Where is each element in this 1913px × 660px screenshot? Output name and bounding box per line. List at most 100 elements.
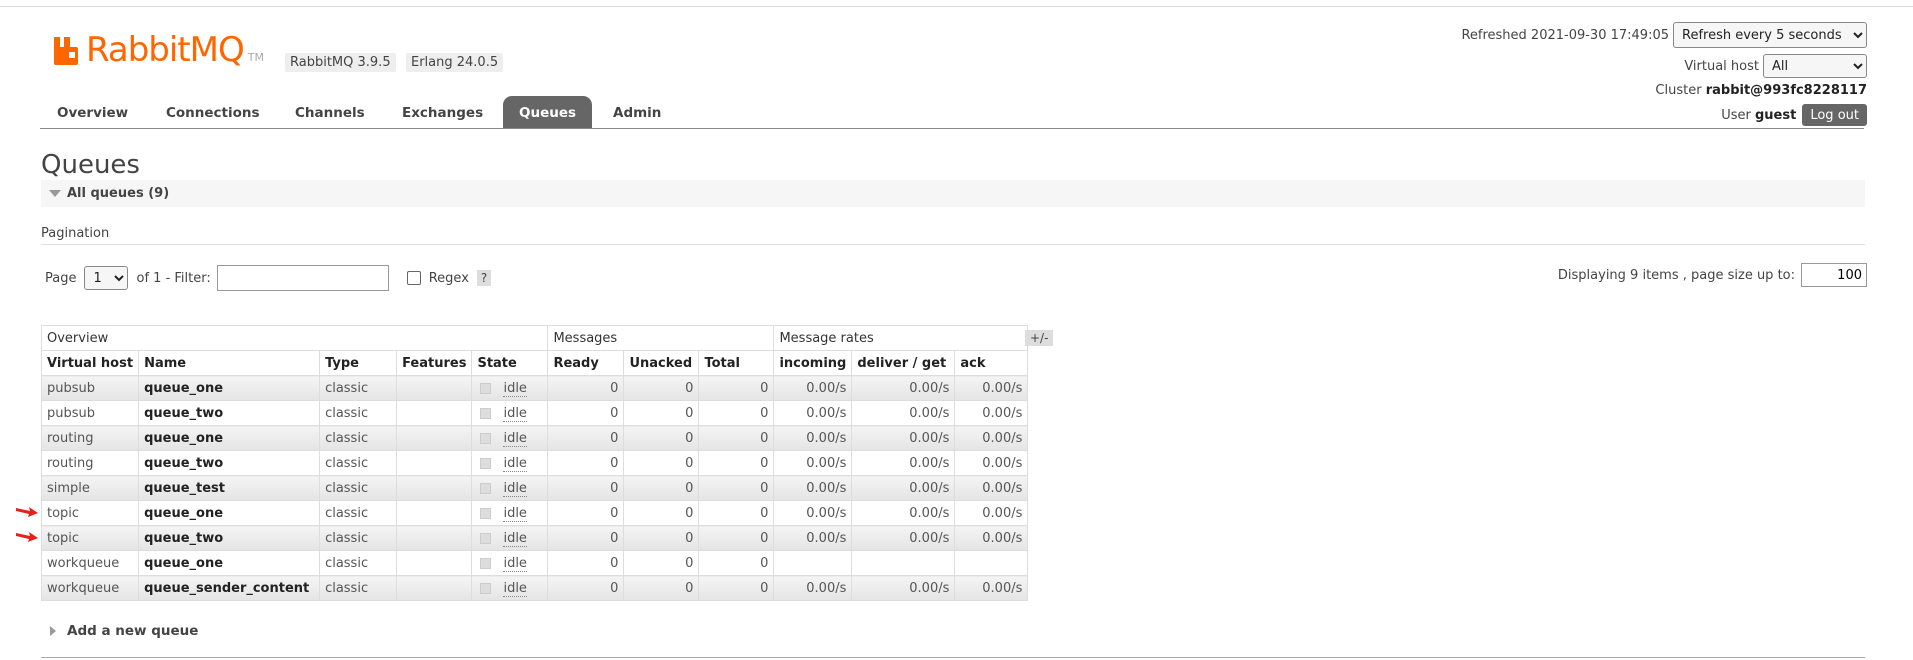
state-indicator-icon bbox=[480, 582, 492, 594]
cell-total: 0 bbox=[698, 550, 775, 576]
tab-overview[interactable]: Overview bbox=[41, 96, 144, 128]
cell-deliver-get: 0.00/s bbox=[851, 575, 956, 601]
cell-ready: 0 bbox=[547, 400, 625, 426]
cell-ack bbox=[954, 550, 1029, 576]
cell-incoming: 0.00/s bbox=[773, 375, 853, 401]
col-name[interactable]: Name bbox=[138, 350, 321, 376]
vhost-row: Virtual host All bbox=[1684, 54, 1867, 78]
cell-unacked: 0 bbox=[623, 525, 700, 551]
state-text: idle bbox=[503, 480, 527, 497]
regex-help-button[interactable]: ? bbox=[476, 270, 492, 286]
cell-total: 0 bbox=[698, 500, 775, 526]
vhost-select[interactable]: All bbox=[1763, 54, 1867, 78]
regex-checkbox[interactable] bbox=[406, 271, 421, 285]
cell-ack: 0.00/s bbox=[954, 400, 1029, 426]
cell-name[interactable]: queue_one bbox=[138, 425, 321, 451]
col-type[interactable]: Type bbox=[319, 350, 398, 376]
cell-ack: 0.00/s bbox=[954, 450, 1029, 476]
logo-text: RabbitMQ bbox=[86, 30, 245, 70]
bottom-divider bbox=[41, 657, 1865, 658]
refresh-interval-select[interactable]: Refresh every 5 seconds bbox=[1673, 22, 1867, 48]
cell-state: idle bbox=[471, 500, 549, 526]
cell-name[interactable]: queue_sender_content bbox=[138, 575, 321, 601]
cell-total: 0 bbox=[698, 400, 775, 426]
state-text: idle bbox=[503, 505, 527, 522]
col-features: Features bbox=[396, 350, 473, 376]
cell-vhost: routing bbox=[40, 450, 140, 476]
cell-features bbox=[396, 375, 473, 401]
refreshed-timestamp: Refreshed 2021-09-30 17:49:05 bbox=[1461, 27, 1669, 43]
cell-name[interactable]: queue_two bbox=[138, 450, 321, 476]
col-ack[interactable]: ack bbox=[954, 350, 1029, 376]
cell-name[interactable]: queue_two bbox=[138, 525, 321, 551]
table-row: topic queue_two classic idle 0 0 0 0.00/s 0.00/s… bbox=[40, 525, 1029, 551]
state-indicator-icon bbox=[480, 507, 492, 519]
cell-ready: 0 bbox=[547, 500, 625, 526]
col-unacked[interactable]: Unacked bbox=[623, 350, 700, 376]
cell-type: classic bbox=[319, 525, 398, 551]
tab-queues[interactable]: Queues bbox=[503, 96, 593, 128]
erlang-version-badge: Erlang 24.0.5 bbox=[406, 53, 504, 72]
cell-total: 0 bbox=[698, 525, 775, 551]
tab-channels[interactable]: Channels bbox=[279, 96, 381, 128]
tab-exchanges[interactable]: Exchanges bbox=[386, 96, 499, 128]
cell-ack: 0.00/s bbox=[954, 500, 1029, 526]
all-queues-toggle[interactable]: All queues (9) bbox=[41, 180, 1865, 207]
cell-type: classic bbox=[319, 375, 398, 401]
display-info: Displaying 9 items , page size up to: bbox=[1558, 263, 1867, 287]
pagination-divider bbox=[41, 244, 1865, 245]
cell-name[interactable]: queue_one bbox=[138, 375, 321, 401]
state-indicator-icon bbox=[480, 407, 492, 419]
table-row: routing queue_two classic idle 0 0 0 0.00/s 0.00… bbox=[40, 450, 1029, 476]
cell-vhost: pubsub bbox=[40, 375, 140, 401]
cell-state: idle bbox=[471, 525, 549, 551]
cell-name[interactable]: queue_one bbox=[138, 550, 321, 576]
regex-label: Regex bbox=[428, 270, 469, 286]
column-toggle-button[interactable]: +/- bbox=[1025, 330, 1054, 346]
filter-input[interactable] bbox=[216, 265, 389, 291]
col-incoming[interactable]: incoming bbox=[773, 350, 853, 376]
filter-label: - Filter: bbox=[165, 270, 211, 286]
rabbitmq-logo[interactable]: RabbitMQ TM bbox=[52, 30, 264, 70]
cell-incoming: 0.00/s bbox=[773, 450, 853, 476]
page-label: Page bbox=[45, 270, 77, 286]
cell-vhost: simple bbox=[40, 475, 140, 501]
page-select[interactable]: 1 bbox=[84, 266, 129, 290]
add-queue-toggle[interactable]: Add a new queue bbox=[50, 623, 198, 639]
cell-state: idle bbox=[471, 400, 549, 426]
cell-deliver-get: 0.00/s bbox=[851, 400, 956, 426]
cell-unacked: 0 bbox=[623, 400, 700, 426]
main-nav: Overview Connections Channels Exchanges … bbox=[40, 96, 1864, 129]
cell-name[interactable]: queue_two bbox=[138, 400, 321, 426]
tab-admin[interactable]: Admin bbox=[597, 96, 677, 128]
cell-deliver-get: 0.00/s bbox=[851, 450, 956, 476]
cell-features bbox=[396, 500, 473, 526]
col-virtual-host[interactable]: Virtual host bbox=[40, 350, 140, 376]
tab-connections[interactable]: Connections bbox=[150, 96, 276, 128]
cell-type: classic bbox=[319, 425, 398, 451]
cell-deliver-get: 0.00/s bbox=[851, 375, 956, 401]
logo-trademark: TM bbox=[247, 50, 264, 64]
cell-name[interactable]: queue_test bbox=[138, 475, 321, 501]
cell-unacked: 0 bbox=[623, 500, 700, 526]
vhost-label: Virtual host bbox=[1684, 58, 1759, 74]
cell-vhost: workqueue bbox=[40, 550, 140, 576]
state-text: idle bbox=[503, 555, 527, 572]
state-text: idle bbox=[503, 430, 527, 447]
all-queues-label: All queues (9) bbox=[67, 186, 170, 201]
col-total[interactable]: Total bbox=[698, 350, 775, 376]
page-size-input[interactable] bbox=[1801, 263, 1867, 287]
table-row: workqueue queue_one classic idle 0 0 0 bbox=[40, 550, 1029, 576]
cell-total: 0 bbox=[698, 575, 775, 601]
cell-state: idle bbox=[471, 450, 549, 476]
col-deliver-get[interactable]: deliver / get bbox=[851, 350, 956, 376]
cell-features bbox=[396, 400, 473, 426]
cell-name[interactable]: queue_one bbox=[138, 500, 321, 526]
col-ready[interactable]: Ready bbox=[547, 350, 625, 376]
col-state[interactable]: State bbox=[471, 350, 549, 376]
cell-unacked: 0 bbox=[623, 475, 700, 501]
cell-deliver-get: 0.00/s bbox=[851, 500, 956, 526]
table-row: topic queue_one classic idle 0 0 0 0.00/s 0.00/s… bbox=[40, 500, 1029, 526]
cell-incoming: 0.00/s bbox=[773, 400, 853, 426]
cell-type: classic bbox=[319, 575, 398, 601]
